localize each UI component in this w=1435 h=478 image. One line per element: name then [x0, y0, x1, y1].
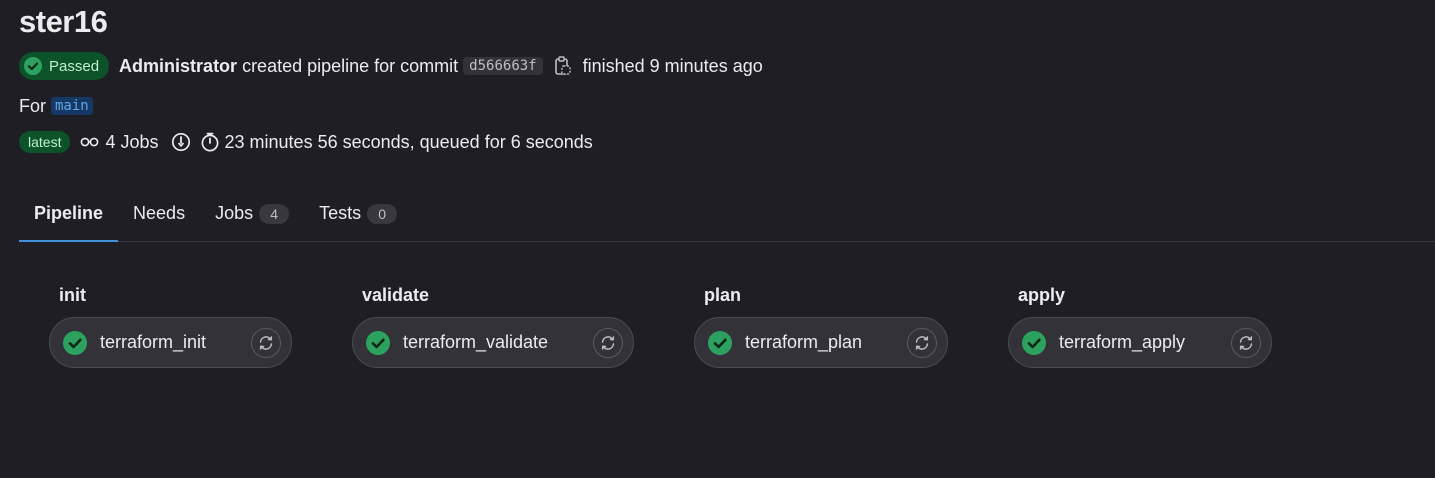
job-name: terraform_apply — [1059, 332, 1186, 352]
tab-label: Jobs — [215, 203, 254, 223]
tab-count-badge: 0 — [367, 203, 398, 224]
check-circle-icon — [708, 330, 732, 355]
author-link[interactable]: Administrator — [119, 56, 237, 77]
stage-title: apply — [1018, 285, 1066, 305]
tab-label: Tests — [319, 203, 362, 223]
job-pill-terraform-validate[interactable]: terraform_validate — [352, 317, 634, 368]
tab-pipeline[interactable]: Pipeline — [19, 186, 119, 242]
job-name: terraform_validate — [403, 332, 549, 352]
retry-icon — [915, 335, 929, 350]
tab-label: Needs — [133, 203, 186, 223]
tab-jobs[interactable]: Jobs 4 — [200, 186, 304, 241]
pipeline-tabs: Pipeline Needs Jobs 4 Tests 0 — [19, 186, 1435, 242]
retry-job-button[interactable] — [1231, 327, 1261, 358]
jobs-count-text: 4 Jobs — [105, 131, 159, 152]
tab-count-badge: 4 — [259, 203, 290, 224]
action-text: created pipeline for commit — [242, 55, 459, 76]
for-label: For — [19, 95, 46, 116]
job-pill-terraform-init[interactable]: terraform_init — [49, 317, 292, 368]
check-circle-icon — [24, 57, 42, 75]
stage-column-plan: plan terraform_plan — [694, 282, 948, 368]
tab-label: Pipeline — [34, 203, 104, 223]
check-circle-icon — [366, 330, 390, 355]
job-name: terraform_init — [100, 332, 207, 352]
latest-badge: latest — [19, 131, 71, 153]
stage-column-init: init terraform_init — [49, 282, 292, 368]
job-name: terraform_plan — [745, 332, 863, 352]
ref-row: For main — [19, 94, 93, 118]
retry-icon — [601, 335, 615, 350]
retry-icon — [259, 335, 273, 350]
status-badge-label: Passed — [49, 57, 100, 75]
retry-icon — [1239, 335, 1253, 350]
check-circle-icon — [63, 330, 87, 355]
status-badge[interactable]: Passed — [19, 52, 110, 80]
stage-title: validate — [362, 285, 430, 305]
finished-text: finished 9 minutes ago — [582, 55, 763, 76]
timer-alert-icon — [171, 132, 191, 152]
stage-column-apply: apply terraform_apply — [1008, 282, 1272, 368]
pipeline-meta-row: latest 4 Jobs 23 minutes 56 seconds, que… — [19, 130, 593, 154]
retry-job-button[interactable] — [593, 327, 623, 358]
stage-title: plan — [704, 285, 742, 305]
job-pill-terraform-plan[interactable]: terraform_plan — [694, 317, 948, 368]
check-circle-icon — [1022, 330, 1046, 355]
retry-job-button[interactable] — [907, 327, 937, 358]
page-title: ster16 — [19, 4, 108, 39]
duration-text: 23 minutes 56 seconds, queued for 6 seco… — [224, 131, 593, 152]
stopwatch-icon — [200, 132, 220, 152]
commit-sha-link[interactable]: d566663f — [463, 57, 543, 75]
retry-job-button[interactable] — [251, 327, 281, 358]
stage-title: init — [59, 285, 86, 305]
branch-ref-link[interactable]: main — [51, 97, 93, 115]
pipeline-page: ster16 Passed Administrator created pipe… — [0, 0, 1435, 478]
pipeline-status-row: Passed Administrator created pipeline fo… — [19, 52, 763, 80]
tab-needs[interactable]: Needs — [118, 186, 200, 241]
tab-tests[interactable]: Tests 0 — [304, 186, 412, 241]
copy-sha-button[interactable] — [551, 54, 575, 78]
stage-column-validate: validate terraform_validate — [352, 282, 634, 368]
clipboard-icon — [554, 56, 571, 75]
job-pill-terraform-apply[interactable]: terraform_apply — [1008, 317, 1272, 368]
pipeline-icon — [80, 135, 100, 149]
